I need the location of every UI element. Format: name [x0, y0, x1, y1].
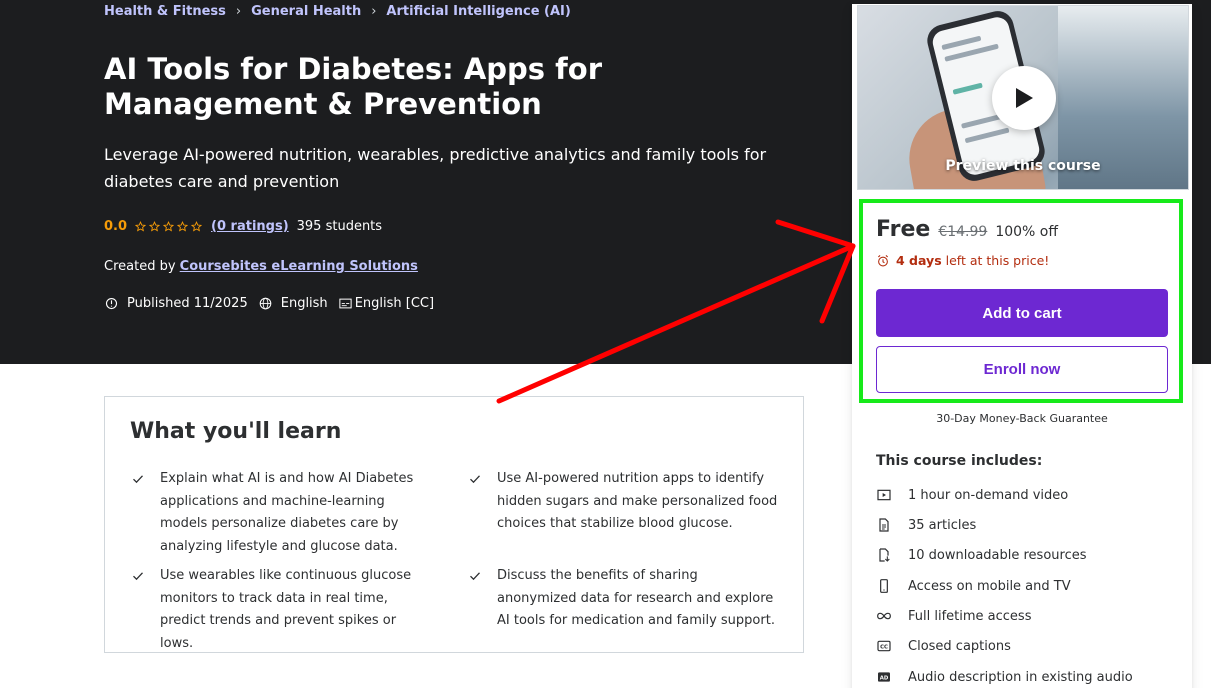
- globe-icon: [259, 297, 272, 310]
- check-icon: [470, 475, 480, 484]
- include-item: Access on mobile and TV: [876, 578, 1071, 594]
- learn-item-text: Use wearables like continuous glucose mo…: [160, 568, 412, 651]
- ratings-count-link[interactable]: (0 ratings): [211, 219, 289, 234]
- include-label: 35 articles: [908, 517, 977, 533]
- learn-title: What you'll learn: [130, 419, 342, 444]
- includes-title: This course includes:: [876, 453, 1043, 469]
- breadcrumb: Health & Fitness › General Health › Arti…: [104, 4, 571, 19]
- breadcrumb-ai[interactable]: Artificial Intelligence (AI): [386, 4, 570, 19]
- instructor-link[interactable]: Coursebites eLearning Solutions: [180, 259, 418, 274]
- course-meta: Published 11/2025 English English [CC]: [104, 296, 444, 311]
- rating-row: 0.0 (0 ratings) 395 students: [104, 219, 382, 234]
- audio-description-icon: AD: [878, 672, 890, 682]
- alert-badge-icon: [105, 297, 118, 310]
- screen-bar: [964, 127, 1010, 144]
- play-icon: [1016, 88, 1033, 108]
- chevron-right-icon: ›: [371, 4, 377, 19]
- include-item: 1 hour on-demand video: [876, 487, 1068, 503]
- course-subtitle: Leverage AI-powered nutrition, wearables…: [104, 145, 767, 191]
- check-icon: [133, 475, 143, 484]
- include-label: 1 hour on-demand video: [908, 487, 1069, 503]
- learn-item: Explain what AI is and how AI Diabetes a…: [132, 468, 432, 558]
- learn-item-text: Use AI-powered nutrition apps to identif…: [497, 471, 778, 531]
- include-item: AD Audio description in existing audio: [876, 669, 1133, 685]
- chevron-right-icon: ›: [235, 4, 242, 19]
- annotation-highlight-box: [859, 199, 1183, 403]
- created-by: Created by Coursebites eLearning Solutio…: [104, 259, 418, 274]
- mobile-icon: [880, 579, 888, 593]
- check-icon: [470, 572, 480, 581]
- svg-text:CC: CC: [880, 644, 888, 650]
- include-label: Closed captions: [908, 638, 1011, 654]
- rating-value: 0.0: [104, 219, 128, 234]
- students-count: 395 students: [296, 219, 383, 234]
- include-item: Full lifetime access: [876, 608, 1031, 624]
- preview-label: Preview this course: [945, 158, 1101, 174]
- captions-label: English [CC]: [354, 296, 435, 311]
- captions-info: English [CC]: [338, 296, 434, 311]
- course-title: AI Tools for Diabetes: Apps for Manageme…: [104, 52, 602, 121]
- created-by-label: Created by: [104, 259, 176, 274]
- check-icon: [133, 572, 143, 581]
- article-icon: [879, 518, 889, 532]
- include-label: Audio description in existing audio: [908, 669, 1133, 685]
- include-item: 10 downloadable resources: [876, 547, 1087, 563]
- breadcrumb-general-health[interactable]: General Health: [251, 4, 361, 19]
- star-outline-icon: [177, 221, 189, 232]
- learn-item: Use wearables like continuous glucose mo…: [132, 565, 432, 655]
- star-outline-icon: [191, 221, 203, 232]
- include-label: Access on mobile and TV: [908, 578, 1071, 594]
- learn-item-text: Explain what AI is and how AI Diabetes a…: [160, 471, 414, 554]
- money-back-guarantee: 30-Day Money-Back Guarantee: [936, 412, 1108, 425]
- video-icon: [877, 489, 891, 501]
- svg-text:AD: AD: [880, 675, 889, 681]
- language-info: English: [258, 296, 328, 311]
- star-outline-icon: [149, 221, 161, 232]
- cc-icon: CC: [877, 640, 891, 652]
- language-label: English: [280, 296, 328, 311]
- captions-icon: [339, 298, 352, 309]
- learn-item-text: Discuss the benefits of sharing anonymiz…: [497, 568, 775, 628]
- play-button[interactable]: [992, 66, 1056, 130]
- include-item: 35 articles: [876, 517, 976, 533]
- include-label: Full lifetime access: [908, 608, 1032, 624]
- infinity-icon: [877, 612, 891, 620]
- breadcrumb-health-fitness[interactable]: Health & Fitness: [104, 4, 226, 19]
- published-date: Published 11/2025: [127, 296, 248, 311]
- published-info: Published 11/2025: [104, 296, 248, 311]
- star-outline-icon: [135, 221, 147, 232]
- include-label: 10 downloadable resources: [908, 547, 1087, 563]
- download-icon: [879, 548, 890, 562]
- what-youll-learn-box: What you'll learn Explain what AI is and…: [104, 396, 804, 653]
- learn-item: Use AI-powered nutrition apps to identif…: [469, 468, 779, 536]
- learn-item: Discuss the benefits of sharing anonymiz…: [469, 565, 779, 633]
- include-item: CC Closed captions: [876, 638, 1011, 654]
- star-rating: [135, 221, 203, 232]
- star-outline-icon: [163, 221, 175, 232]
- course-preview[interactable]: Preview this course: [857, 5, 1189, 190]
- screen-bar: [952, 82, 983, 95]
